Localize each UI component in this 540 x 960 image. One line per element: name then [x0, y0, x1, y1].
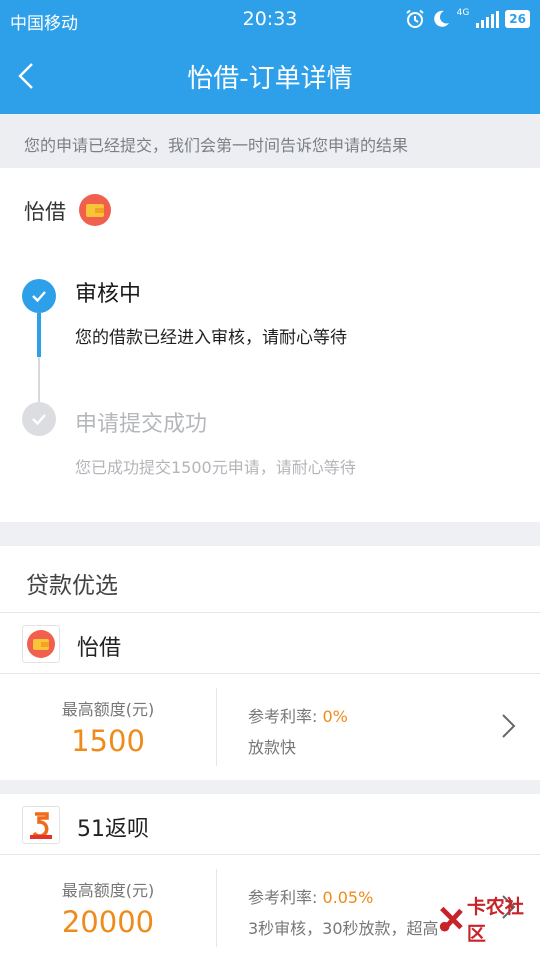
product-name: 怡借 — [77, 636, 122, 661]
product-header[interactable]: 51返呗 — [0, 794, 540, 854]
interest-rate: 参考利率: 0% — [248, 703, 348, 727]
submit-notice: 您的申请已经提交，我们会第一时间告诉您申请的结果 — [0, 114, 540, 168]
step-active-dot — [22, 279, 56, 313]
rate-value: 0% — [322, 707, 348, 726]
interest-rate: 参考利率: 0.05% — [248, 884, 373, 908]
timeline-line-active — [37, 313, 41, 357]
watermark-text: 卡农社区 — [466, 896, 524, 945]
battery-level: 26 — [505, 10, 530, 28]
section-title: 贷款优选 — [26, 573, 118, 599]
step-desc: 您已成功提交1500元申请，请耐心等待 — [75, 458, 356, 477]
chevron-right-icon — [500, 712, 518, 744]
progress-timeline: 审核中 您的借款已经进入审核，请耐心等待 申请提交成功 您已成功提交1500元申… — [0, 252, 540, 522]
rate-label: 参考利率: — [248, 707, 323, 726]
divider — [216, 688, 217, 766]
brand-name: 怡借 — [24, 200, 66, 224]
check-icon — [32, 414, 46, 426]
moon-icon — [433, 10, 449, 27]
nav-bar: 怡借-订单详情 — [0, 38, 540, 114]
check-icon — [32, 291, 46, 303]
watermark: 卡农社区 — [436, 892, 540, 946]
wallet-icon — [22, 625, 60, 663]
watermark-icon — [439, 906, 463, 932]
product-header[interactable]: 怡借 — [0, 613, 540, 673]
timeline-line — [38, 357, 40, 402]
max-amount: 1500 — [71, 724, 145, 758]
status-bar: 中国移动 20:33 4G 26 — [0, 0, 540, 38]
step-title: 审核中 — [75, 282, 142, 307]
product-card[interactable]: 最高额度(元) 1500 参考利率: 0% 放款快 — [0, 674, 540, 780]
wallet-icon — [78, 193, 112, 231]
divider — [216, 869, 217, 947]
product-name: 51返呗 — [77, 817, 149, 842]
product-tag: 3秒审核，30秒放款，超高 — [248, 919, 439, 938]
rate-value: 0.05% — [322, 888, 374, 907]
product-tag: 放款快 — [248, 738, 297, 757]
step-done-dot — [22, 402, 56, 436]
step-desc: 您的借款已经进入审核，请耐心等待 — [75, 328, 347, 348]
page-title: 怡借-订单详情 — [187, 64, 353, 94]
rate-label: 参考利率: — [248, 888, 323, 907]
signal-icon — [476, 11, 500, 28]
recommend-section-header: 贷款优选 — [0, 546, 540, 612]
step-title: 申请提交成功 — [75, 412, 208, 437]
brand-row: 怡借 — [0, 168, 540, 252]
status-icons: 4G 26 — [405, 8, 530, 29]
amount-label: 最高额度(元) — [61, 881, 155, 900]
fanbei-logo-icon — [22, 806, 60, 844]
alarm-icon — [405, 9, 424, 28]
amount-label: 最高额度(元) — [61, 700, 155, 719]
network-type: 4G — [456, 8, 470, 18]
max-amount: 20000 — [61, 905, 155, 939]
